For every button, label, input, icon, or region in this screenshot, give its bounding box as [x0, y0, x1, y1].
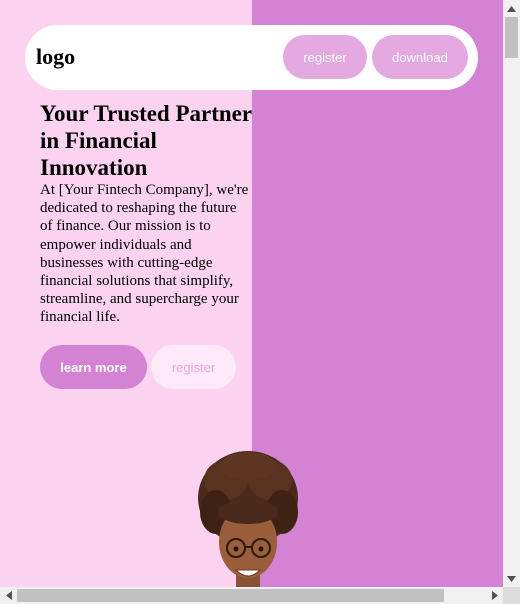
scrollbar-corner: [503, 587, 520, 604]
hero-register-button[interactable]: register: [151, 345, 236, 389]
scroll-up-icon[interactable]: [503, 0, 520, 17]
horizontal-scroll-thumb[interactable]: [17, 589, 444, 602]
nav-register-button[interactable]: register: [283, 35, 367, 79]
scroll-down-icon[interactable]: [503, 570, 520, 587]
scroll-left-icon[interactable]: [0, 587, 17, 604]
learn-more-button[interactable]: learn more: [40, 345, 147, 389]
hero-portrait-image: [198, 451, 298, 587]
vertical-scroll-thumb[interactable]: [505, 17, 518, 58]
hero-title: Your Trusted Partner in Financial Innova…: [40, 101, 252, 180]
nav-download-button[interactable]: download: [372, 35, 468, 79]
scroll-right-icon[interactable]: [486, 587, 503, 604]
navbar: logo register download: [25, 25, 478, 90]
hero-description: At [Your Fintech Company], we're dedicat…: [40, 182, 249, 326]
vertical-scrollbar[interactable]: [503, 0, 520, 587]
logo[interactable]: logo: [36, 44, 75, 70]
page-viewport: logo register download Your Trusted Part…: [0, 0, 503, 587]
